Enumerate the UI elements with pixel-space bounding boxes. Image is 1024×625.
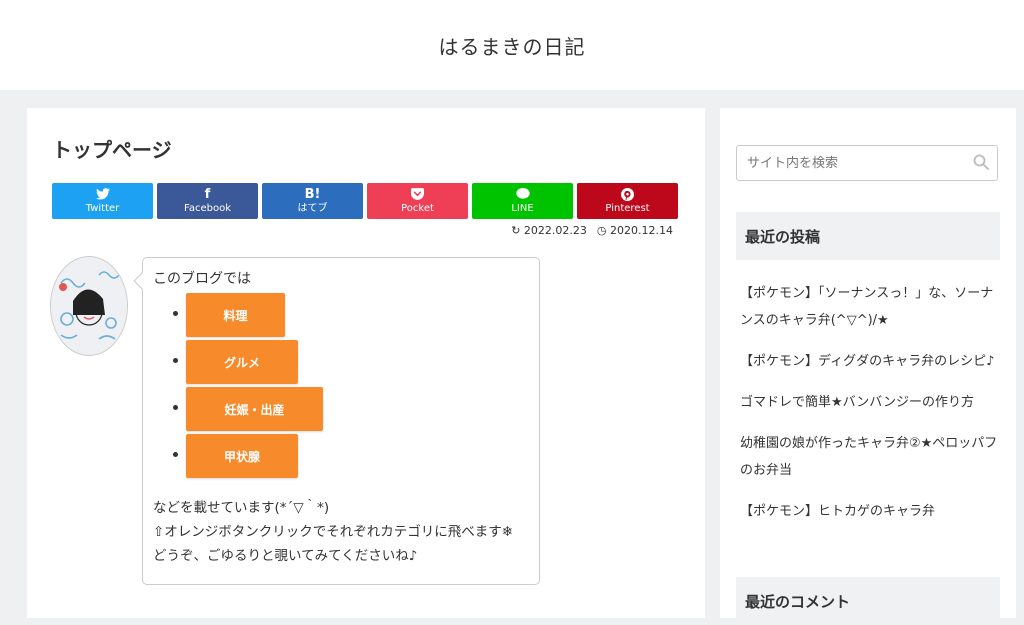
search-icon[interactable] — [973, 154, 989, 174]
recent-post-link[interactable]: 【ポケモン】ディグダのキャラ弁のレシピ♪ — [740, 348, 1002, 375]
hatena-icon: B! — [304, 186, 321, 202]
bubble-message: などを載せています(*´▽｀*) ⇧オレンジボタンクリックでそれぞれカテゴリに飛… — [153, 496, 513, 568]
bubble-intro: このブログでは — [153, 271, 251, 287]
recent-post-link[interactable]: 【ポケモン】ヒトカゲのキャラ弁 — [740, 498, 1002, 525]
share-label: Pinterest — [605, 202, 650, 214]
bullet — [173, 358, 178, 363]
twitter-icon — [95, 187, 110, 203]
recent-comments-title: 最近のコメント — [736, 577, 1000, 625]
bullet — [173, 452, 178, 457]
recent-posts-list: 【ポケモン】「ソーナンスっ！」な、ソーナンスのキャラ弁(^▽^)/★ 【ポケモン… — [740, 280, 1002, 539]
recent-posts-title: 最近の投稿 — [736, 212, 1000, 260]
bullet — [173, 405, 178, 410]
site-header: はるまきの日記 — [0, 0, 1024, 90]
page-title: トップページ — [52, 138, 172, 162]
share-facebook-button[interactable]: f Facebook — [157, 183, 258, 219]
share-label: Pocket — [401, 202, 434, 214]
share-label: はてブ — [297, 202, 328, 214]
refresh-icon: ↻ — [511, 224, 521, 237]
post-dates: ↻ 2022.02.23 ◷ 2020.12.14 — [511, 224, 673, 237]
message-line: などを載せています(*´▽｀*) — [153, 500, 330, 516]
share-label: LINE — [511, 202, 534, 214]
facebook-icon: f — [204, 186, 211, 202]
bubble-tail — [133, 272, 151, 290]
category-button-gourmet[interactable]: グルメ — [186, 340, 298, 384]
category-button-pregnancy[interactable]: 妊娠・出産 — [186, 387, 323, 431]
category-button-thyroid[interactable]: 甲状腺 — [186, 434, 298, 478]
share-buttons: Twitter f Facebook B! はてブ Pocket LINE Pi… — [52, 183, 682, 219]
share-pinterest-button[interactable]: Pinterest — [577, 183, 678, 219]
search-input[interactable] — [745, 154, 979, 172]
sidebar: 最近の投稿 【ポケモン】「ソーナンスっ！」な、ソーナンスのキャラ弁(^▽^)/★… — [720, 108, 1016, 625]
published-date: ◷ 2020.12.14 — [596, 224, 673, 237]
share-line-button[interactable]: LINE — [472, 183, 573, 219]
pinterest-icon — [621, 187, 634, 203]
share-label: Facebook — [184, 202, 231, 214]
clock-icon: ◷ — [596, 224, 607, 237]
main-content: トップページ Twitter f Facebook B! はてブ Pocket — [27, 108, 705, 618]
recent-post-link[interactable]: 幼稚園の娘が作ったキャラ弁②★ペロッパフのお弁当 — [740, 430, 1002, 484]
avatar — [50, 256, 128, 356]
message-line: ⇧オレンジボタンクリックでそれぞれカテゴリに飛べます❄ — [153, 524, 514, 540]
share-label: Twitter — [85, 202, 120, 214]
share-pocket-button[interactable]: Pocket — [367, 183, 468, 219]
recent-post-link[interactable]: ゴマドレで簡単★バンバンジーの作り方 — [740, 389, 1002, 416]
speech-bubble: このブログでは 料理 グルメ 妊娠・出産 甲状腺 などを載せています(*´▽｀*… — [133, 257, 540, 585]
share-twitter-button[interactable]: Twitter — [52, 183, 153, 219]
recent-post-link[interactable]: 【ポケモン】「ソーナンスっ！」な、ソーナンスのキャラ弁(^▽^)/★ — [740, 280, 1002, 334]
site-title[interactable]: はるまきの日記 — [439, 31, 586, 60]
updated-date: ↻ 2022.02.23 — [511, 224, 587, 237]
bullet — [173, 311, 178, 316]
share-hatena-button[interactable]: B! はてブ — [262, 183, 363, 219]
pocket-icon — [411, 187, 424, 203]
category-button-cooking[interactable]: 料理 — [186, 293, 285, 337]
message-line: どうぞ、ごゆるりと覗いてみてくださいね♪ — [153, 548, 418, 564]
search-box — [736, 145, 998, 181]
line-icon — [515, 187, 530, 203]
